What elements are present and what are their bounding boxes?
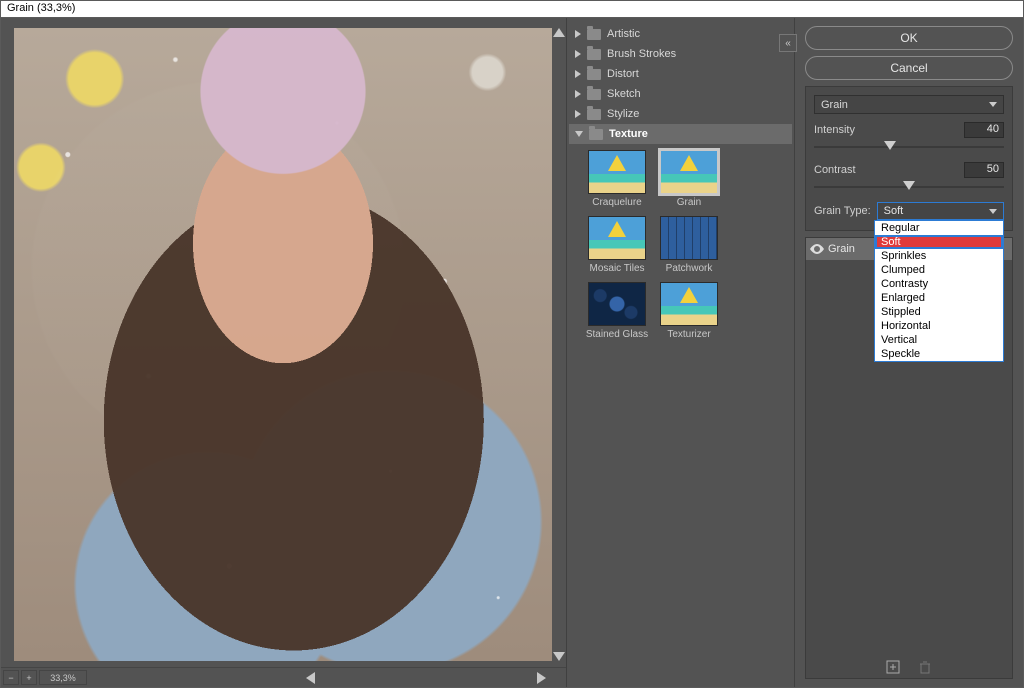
disclosure-icon: [575, 131, 583, 137]
cancel-button[interactable]: Cancel: [805, 56, 1013, 80]
disclosure-icon: [575, 70, 581, 78]
option-speckle[interactable]: Speckle: [875, 347, 1003, 361]
category-label: Brush Strokes: [607, 48, 676, 60]
disclosure-icon: [575, 30, 581, 38]
option-sprinkles[interactable]: Sprinkles: [875, 249, 1003, 263]
filter-thumb-stained-glass[interactable]: Stained Glass: [585, 282, 649, 340]
filter-name-dropdown[interactable]: Grain: [814, 95, 1004, 114]
ok-button[interactable]: OK: [805, 26, 1013, 50]
filter-settings-group: Grain Intensity 40 Contrast 50: [805, 86, 1013, 231]
scroll-right-icon[interactable]: [537, 672, 546, 684]
option-clumped[interactable]: Clumped: [875, 263, 1003, 277]
category-artistic[interactable]: Artistic: [569, 24, 792, 44]
grain-type-dropdown[interactable]: Soft: [877, 202, 1004, 220]
grain-overlay: [14, 28, 552, 661]
zoom-out-button[interactable]: −: [3, 670, 19, 685]
effect-layer-label: Grain: [828, 243, 855, 255]
filter-thumb-texturizer[interactable]: Texturizer: [657, 282, 721, 340]
category-brush-strokes[interactable]: Brush Strokes: [569, 44, 792, 64]
folder-icon: [589, 129, 603, 140]
preview-statusbar: − + 33,3%: [1, 667, 566, 687]
new-effect-layer-button[interactable]: [886, 660, 900, 674]
filter-gallery-window: Grain (33,3%) − + 33,3%: [0, 0, 1024, 688]
preview-vertical-scrollbar[interactable]: [552, 28, 566, 661]
filter-thumb-mosaic-tiles[interactable]: Mosaic Tiles: [585, 216, 649, 274]
filter-name-label: Grain: [821, 99, 848, 111]
intensity-slider[interactable]: [814, 140, 1004, 154]
filter-tree-panel: Artistic Brush Strokes Distort Sketch St: [566, 18, 795, 687]
grain-type-label: Grain Type:: [814, 205, 871, 217]
zoom-in-button[interactable]: +: [21, 670, 37, 685]
category-stylize[interactable]: Stylize: [569, 104, 792, 124]
filter-thumb-grain[interactable]: Grain: [657, 150, 721, 208]
controls-panel: « OK Cancel Grain Intensity 40: [795, 18, 1023, 687]
folder-icon: [587, 49, 601, 60]
folder-icon: [587, 29, 601, 40]
window-title: Grain (33,3%): [1, 1, 1023, 18]
folder-icon: [587, 109, 601, 120]
option-contrasty[interactable]: Contrasty: [875, 277, 1003, 291]
preview-panel: − + 33,3%: [1, 18, 566, 687]
option-soft[interactable]: Soft: [875, 235, 1003, 249]
category-label: Sketch: [607, 88, 641, 100]
category-sketch[interactable]: Sketch: [569, 84, 792, 104]
intensity-param: Intensity 40: [814, 122, 1004, 154]
grain-type-popup[interactable]: Regular Soft Sprinkles Clumped Contrasty…: [874, 220, 1004, 362]
disclosure-icon: [575, 90, 581, 98]
folder-icon: [587, 69, 601, 80]
texture-thumbnails: Craquelure Grain Mosaic Tiles Patchwork …: [569, 144, 792, 346]
visibility-toggle[interactable]: [806, 244, 828, 254]
disclosure-icon: [575, 50, 581, 58]
scroll-down-icon[interactable]: [553, 652, 565, 661]
contrast-slider[interactable]: [814, 180, 1004, 194]
scroll-left-icon[interactable]: [306, 672, 315, 684]
option-stippled[interactable]: Stippled: [875, 305, 1003, 319]
zoom-level[interactable]: 33,3%: [39, 670, 87, 685]
category-label: Distort: [607, 68, 639, 80]
delete-effect-layer-button[interactable]: [918, 660, 932, 674]
collapse-panel-button[interactable]: «: [779, 34, 797, 52]
filter-thumb-patchwork[interactable]: Patchwork: [657, 216, 721, 274]
category-label: Artistic: [607, 28, 640, 40]
option-regular[interactable]: Regular: [875, 221, 1003, 235]
category-label: Stylize: [607, 108, 639, 120]
eye-icon: [810, 244, 824, 254]
preview-image[interactable]: [14, 28, 552, 661]
contrast-value[interactable]: 50: [964, 162, 1004, 178]
chevron-down-icon: [989, 102, 997, 107]
disclosure-icon: [575, 110, 581, 118]
chevron-down-icon: [989, 209, 997, 214]
contrast-label: Contrast: [814, 164, 856, 176]
grain-type-row: Grain Type: Soft Regular Soft Sprinkles …: [814, 202, 1004, 220]
scroll-up-icon[interactable]: [553, 28, 565, 37]
preview-area: [1, 18, 566, 667]
intensity-value[interactable]: 40: [964, 122, 1004, 138]
category-label: Texture: [609, 128, 648, 140]
filter-thumb-craquelure[interactable]: Craquelure: [585, 150, 649, 208]
option-vertical[interactable]: Vertical: [875, 333, 1003, 347]
option-horizontal[interactable]: Horizontal: [875, 319, 1003, 333]
category-texture[interactable]: Texture: [569, 124, 792, 144]
effect-layers-footer: [806, 656, 1012, 678]
main-area: − + 33,3% Artistic Brush Strokes: [1, 18, 1023, 687]
option-enlarged[interactable]: Enlarged: [875, 291, 1003, 305]
grain-type-value: Soft: [884, 205, 904, 217]
category-distort[interactable]: Distort: [569, 64, 792, 84]
intensity-label: Intensity: [814, 124, 855, 136]
folder-icon: [587, 89, 601, 100]
contrast-param: Contrast 50: [814, 162, 1004, 194]
preview-horizontal-scrollbar[interactable]: [306, 671, 546, 685]
